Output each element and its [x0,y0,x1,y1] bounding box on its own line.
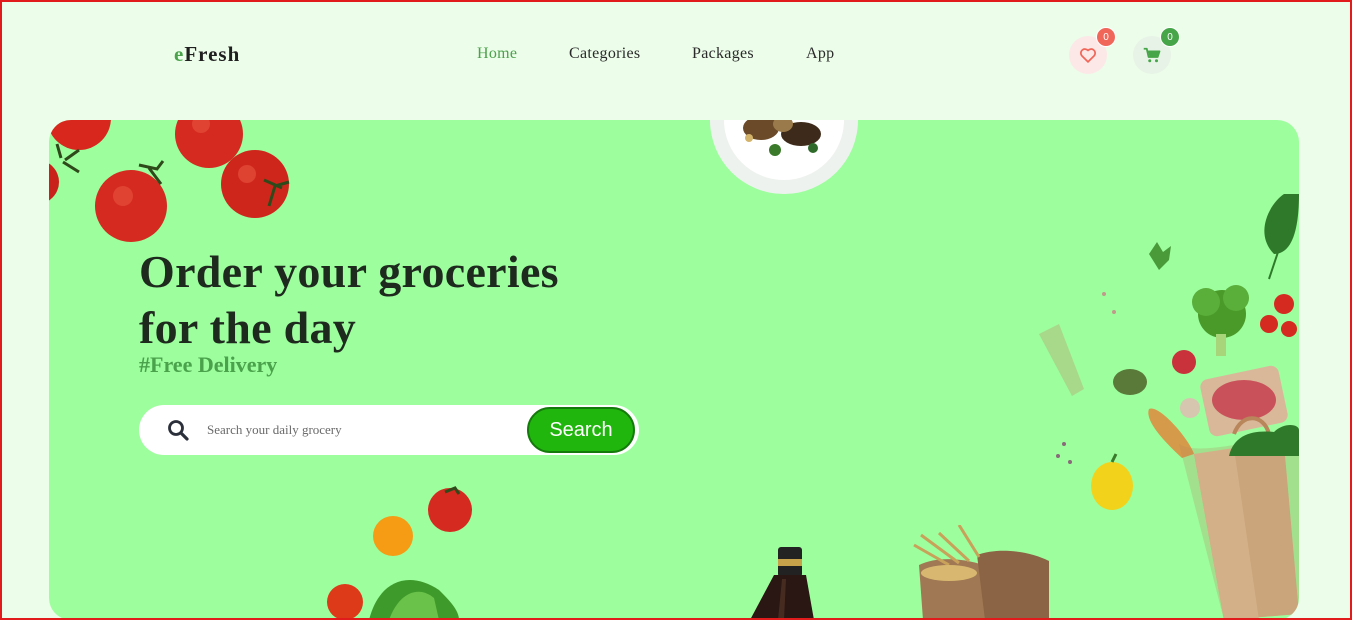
hero-title: Order your groceries for the day [139,244,559,356]
nav-categories[interactable]: Categories [569,45,640,63]
hero-title-line-2: for the day [139,302,357,353]
nav-app[interactable]: App [806,45,834,63]
nav-packages[interactable]: Packages [692,45,754,63]
logo[interactable]: eFresh [174,42,240,67]
cart-count-badge: 0 [1160,27,1180,47]
wishlist-count-badge: 0 [1096,27,1116,47]
hero-title-line-1: Order your groceries [139,246,559,297]
bottle-image [750,547,814,620]
search-bar: Search [139,405,639,455]
food-plate-image [710,120,858,194]
vegetables-image [327,486,472,620]
logo-text: Fresh [184,42,241,66]
hero-banner: Order your groceries for the day #Free D… [49,120,1299,620]
cart-icon [1143,47,1161,62]
search-icon [168,420,189,441]
hero-subtitle: #Free Delivery [139,352,278,377]
search-button[interactable]: Search [527,407,635,453]
cart-button[interactable]: 0 [1133,27,1180,74]
nav-home[interactable]: Home [477,45,517,63]
search-input[interactable] [207,417,507,443]
tomatoes-image [49,120,290,242]
wishlist-button[interactable]: 0 [1069,27,1116,74]
grocery-bag-image [1039,194,1299,620]
heart-icon [1080,48,1096,63]
logo-first-letter: e [174,42,185,66]
